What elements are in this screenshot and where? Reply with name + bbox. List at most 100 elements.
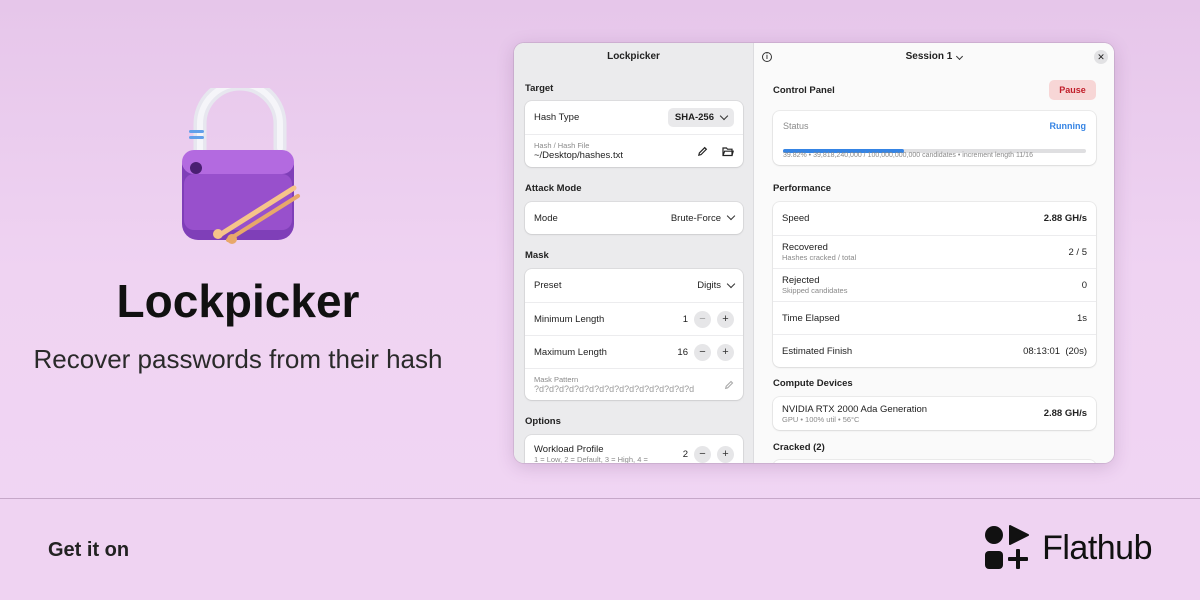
session-menu[interactable]: Session 1 — [754, 51, 1114, 62]
flathub-logo-icon — [985, 525, 1030, 569]
finish-value: 08:13:01 (20s) — [1023, 345, 1087, 357]
target-section-title: Target — [525, 83, 554, 94]
performance-section-title: Performance — [773, 183, 832, 194]
attack-card: Mode Brute-Force — [525, 202, 743, 234]
device-row: NVIDIA RTX 2000 Ada Generation GPU • 100… — [773, 397, 1096, 430]
workload-sub: 1 = Low, 2 = Default, 3 = High, 4 = — [534, 455, 648, 463]
workload-decrement-button[interactable]: − — [694, 445, 711, 463]
chevron-down-icon — [726, 211, 736, 221]
app-tagline: Recover passwords from their hash — [33, 344, 443, 374]
edit-pencil-icon[interactable] — [697, 146, 708, 157]
recovered-text: Recovered Hashes cracked / total — [782, 242, 1069, 262]
hash-type-row: Hash Type SHA-256 — [525, 101, 743, 134]
mask-pattern-text: Mask Pattern ?d?d?d?d?d?d?d?d?d?d?d?d?d?… — [534, 375, 724, 394]
recovered-value: 2 / 5 — [1068, 246, 1088, 258]
max-length-decrement-button[interactable]: − — [694, 343, 711, 361]
preset-value: Digits — [697, 280, 721, 291]
recovered-sub: Hashes cracked / total — [782, 253, 857, 262]
flathub-badge[interactable]: Flathub — [984, 525, 1152, 571]
chevron-down-icon — [726, 279, 736, 288]
mode-value: Brute-Force — [670, 212, 721, 224]
sidebar-title: Lockpicker — [607, 51, 660, 62]
mask-card: Preset Digits Minimum Length 1 − + Maxim… — [525, 269, 743, 400]
recovered-row: Recovered Hashes cracked / total 2 / 5 — [773, 235, 1096, 268]
options-card: Workload Profile 1 = Low, 2 = Default, 3… — [525, 435, 743, 463]
app-window: Lockpicker Target Hash Type SHA-256 Hash… — [514, 43, 1114, 463]
performance-card: Speed 2.88 GH/s Recovered Hashes cracked… — [773, 202, 1096, 367]
speed-value: 2.88 GH/s — [1043, 213, 1087, 224]
hash-file-text: Hash / Hash File ~/Desktop/hashes.txt — [534, 141, 697, 161]
mode-row[interactable]: Mode Brute-Force — [525, 202, 743, 234]
max-length-row: Maximum Length 16 − + — [525, 335, 743, 368]
workload-value: 2 — [682, 448, 688, 460]
elapsed-label: Time Elapsed — [782, 312, 840, 324]
min-length-increment-button[interactable]: + — [717, 310, 734, 328]
speed-row: Speed 2.88 GH/s — [773, 202, 1096, 235]
hash-file-path[interactable]: ~/Desktop/hashes.txt — [534, 150, 697, 161]
pause-button[interactable]: Pause — [1049, 80, 1096, 100]
min-length-decrement-button[interactable]: − — [694, 310, 711, 328]
status-card: Status Running 39.82% • 39,818,240,000 /… — [773, 111, 1096, 165]
flathub-label: Flathub — [1042, 528, 1152, 567]
mode-label: Mode — [534, 212, 558, 224]
target-card: Hash Type SHA-256 Hash / Hash File ~/Des… — [525, 101, 743, 167]
hash-file-row: Hash / Hash File ~/Desktop/hashes.txt — [525, 134, 743, 167]
close-button[interactable]: ✕ — [1094, 50, 1108, 64]
mask-pattern-row: Mask Pattern ?d?d?d?d?d?d?d?d?d?d?d?d?d?… — [525, 368, 743, 400]
device-name: NVIDIA RTX 2000 Ada Generation — [782, 403, 928, 415]
cracked-section-title: Cracked (2) — [773, 442, 825, 453]
footer: Get it on Flathub — [0, 498, 1200, 600]
workload-text: Workload Profile 1 = Low, 2 = Default, 3… — [534, 444, 679, 463]
mask-pattern-input[interactable]: ?d?d?d?d?d?d?d?d?d?d?d?d?d?d?d?d — [534, 384, 724, 394]
max-length-increment-button[interactable]: + — [717, 343, 734, 361]
workload-label: Workload Profile — [534, 444, 604, 455]
finish-label: Estimated Finish — [782, 345, 853, 357]
rejected-label: Rejected — [782, 275, 820, 286]
device-sub: GPU • 100% util • 56°C — [782, 414, 860, 424]
rejected-text: Rejected Skipped candidates — [782, 275, 1082, 295]
min-length-value: 1 — [682, 313, 688, 325]
devices-section-title: Compute Devices — [773, 378, 853, 389]
hash-file-caption: Hash / Hash File — [534, 141, 590, 150]
chevron-down-icon — [956, 52, 964, 61]
device-speed: 2.88 GH/s — [1043, 408, 1087, 419]
options-section-title: Options — [525, 416, 561, 427]
sidebar: Lockpicker Target Hash Type SHA-256 Hash… — [514, 43, 754, 463]
app-name: Lockpicker — [116, 275, 360, 327]
device-text: NVIDIA RTX 2000 Ada Generation GPU • 100… — [782, 404, 1044, 424]
status-label: Status — [783, 121, 809, 131]
edit-pencil-icon[interactable] — [724, 380, 734, 390]
min-length-row: Minimum Length 1 − + — [525, 302, 743, 335]
rejected-sub: Skipped candidates — [782, 286, 848, 295]
max-length-value: 16 — [677, 346, 688, 358]
mask-section-title: Mask — [525, 250, 549, 261]
progress-text: 39.82% • 39,818,240,000 / 100,000,000,00… — [783, 152, 1033, 159]
get-it-on-text: Get it on — [48, 539, 130, 561]
session-label: Session 1 — [905, 51, 953, 62]
cracked-card — [773, 460, 1096, 463]
rejected-row: Rejected Skipped candidates 0 — [773, 268, 1096, 301]
workload-row: Workload Profile 1 = Low, 2 = Default, 3… — [525, 435, 743, 463]
min-length-label: Minimum Length — [534, 313, 605, 325]
folder-open-icon[interactable] — [722, 146, 734, 157]
hero-banner: Lockpicker Recover passwords from their … — [0, 0, 1200, 498]
preset-row[interactable]: Preset Digits — [525, 269, 743, 302]
rejected-value: 0 — [1081, 279, 1087, 291]
finish-row: Estimated Finish 08:13:01 (20s) — [773, 334, 1096, 367]
preset-label: Preset — [534, 280, 562, 291]
chevron-down-icon — [719, 111, 729, 120]
elapsed-row: Time Elapsed 1s — [773, 301, 1096, 334]
speed-label: Speed — [782, 213, 810, 224]
device-card: NVIDIA RTX 2000 Ada Generation GPU • 100… — [773, 397, 1096, 430]
elapsed-value: 1s — [1076, 312, 1087, 324]
recovered-label: Recovered — [782, 242, 828, 253]
max-length-label: Maximum Length — [534, 346, 607, 358]
hash-type-dropdown[interactable]: SHA-256 — [667, 108, 734, 127]
padlock-app-icon — [182, 88, 300, 244]
workload-increment-button[interactable]: + — [717, 445, 734, 463]
hash-type-value: SHA-256 — [674, 112, 714, 123]
main-content: i Session 1 ✕ Control Panel Pause Status… — [754, 43, 1114, 463]
status-value: Running — [1049, 121, 1087, 131]
hash-type-label: Hash Type — [534, 112, 580, 123]
control-section-title: Control Panel — [773, 85, 835, 96]
